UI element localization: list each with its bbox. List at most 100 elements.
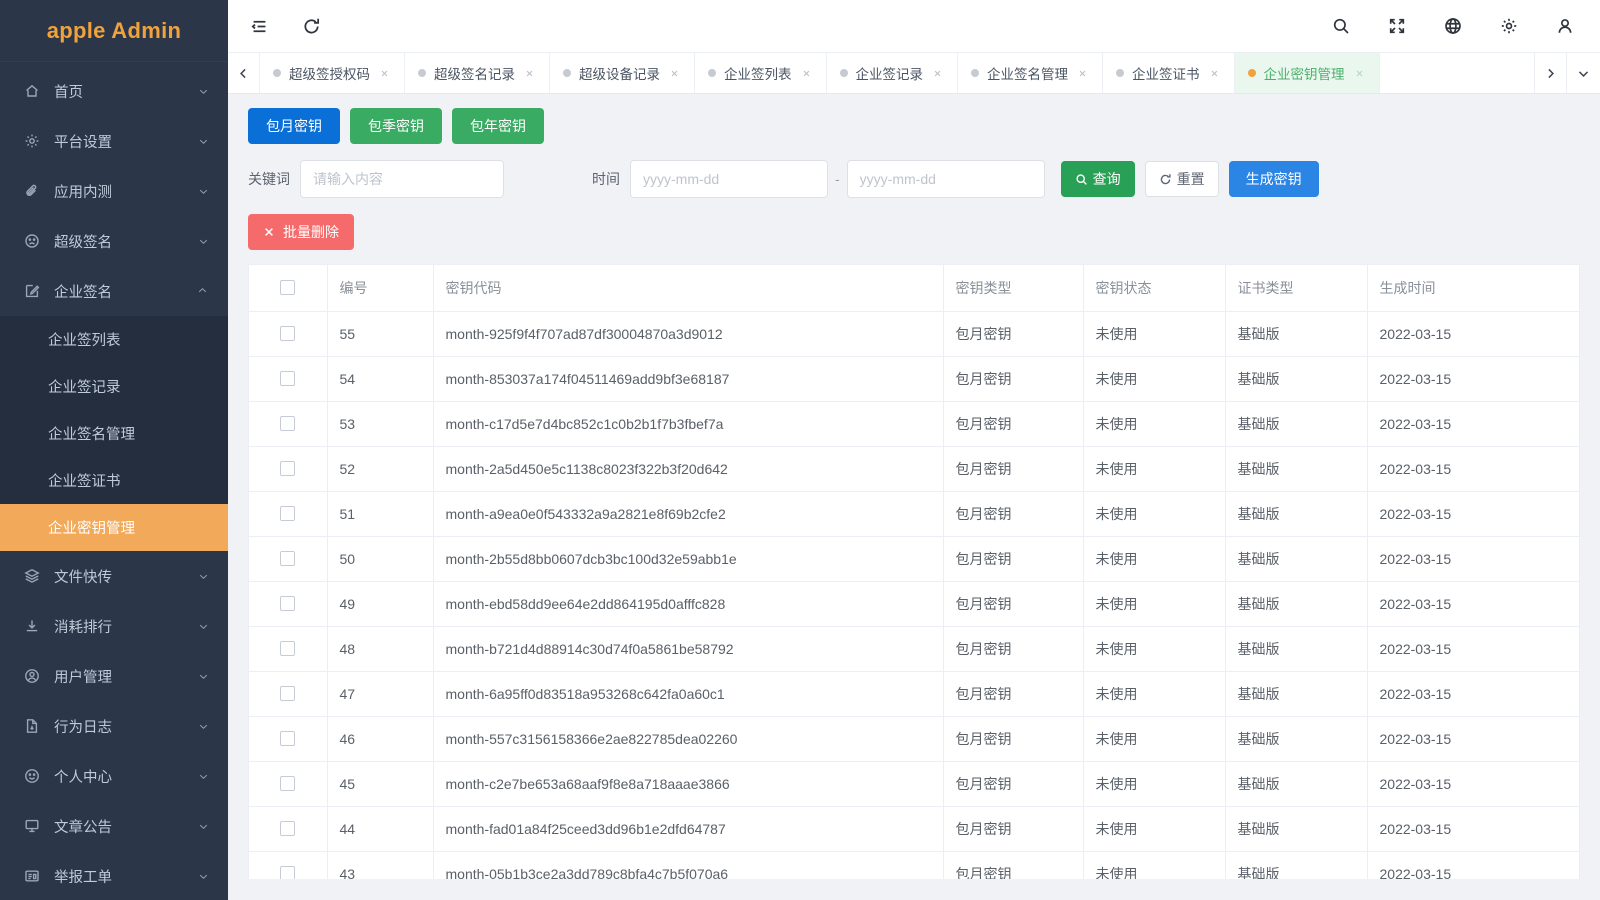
row-checkbox[interactable] xyxy=(280,641,295,656)
sidebar-subitem-3[interactable]: 企业签证书 xyxy=(0,457,228,504)
refresh-icon[interactable] xyxy=(298,13,324,39)
user-avatar-icon[interactable] xyxy=(1552,13,1578,39)
cell-key-code: month-a9ea0e0f543332a9a2821e8f69b2cfe2 xyxy=(433,491,943,536)
settings-gear-icon[interactable] xyxy=(1496,13,1522,39)
key-type-button-1[interactable]: 包季密钥 xyxy=(350,108,442,144)
file-icon xyxy=(22,716,42,736)
sidebar-item-0[interactable]: 首页 xyxy=(0,66,228,116)
cell-key-state: 未使用 xyxy=(1083,806,1225,851)
tab-6[interactable]: 企业签证书 xyxy=(1103,53,1235,93)
cell-created-time: 2022-03-15 xyxy=(1367,356,1579,401)
table-row[interactable]: 54month-853037a174f04511469add9bf3e68187… xyxy=(249,356,1579,401)
tab-close-icon[interactable] xyxy=(800,67,813,80)
header-created-time[interactable]: 生成时间 xyxy=(1367,265,1579,311)
sidebar-item-11[interactable]: 举报工单 xyxy=(0,851,228,900)
sidebar-item-8[interactable]: 行为日志 xyxy=(0,701,228,751)
date-start-input[interactable] xyxy=(630,160,828,198)
row-checkbox[interactable] xyxy=(280,866,295,879)
sidebar-item-2[interactable]: 应用内测 xyxy=(0,166,228,216)
sidebar-item-1[interactable]: 平台设置 xyxy=(0,116,228,166)
select-all-checkbox[interactable] xyxy=(280,280,295,295)
sidebar-item-6[interactable]: 消耗排行 xyxy=(0,601,228,651)
table-row[interactable]: 48month-b721d4d88914c30d74f0a5861be58792… xyxy=(249,626,1579,671)
tab-3[interactable]: 企业签列表 xyxy=(695,53,827,93)
header-key-code[interactable]: 密钥代码 xyxy=(433,265,943,311)
key-type-button-2[interactable]: 包年密钥 xyxy=(452,108,544,144)
table-row[interactable]: 51month-a9ea0e0f543332a9a2821e8f69b2cfe2… xyxy=(249,491,1579,536)
sidebar-item-9[interactable]: 个人中心 xyxy=(0,751,228,801)
sidebar-subitem-4[interactable]: 企业密钥管理 xyxy=(0,504,228,551)
sidebar-item-3[interactable]: 超级签名 xyxy=(0,216,228,266)
row-checkbox[interactable] xyxy=(280,551,295,566)
header-id[interactable]: 编号 xyxy=(327,265,433,311)
table-row[interactable]: 49month-ebd58dd9ee64e2dd864195d0afffc828… xyxy=(249,581,1579,626)
tab-4[interactable]: 企业签记录 xyxy=(827,53,959,93)
table-row[interactable]: 52month-2a5d450e5c1138c8023f322b3f20d642… xyxy=(249,446,1579,491)
language-globe-icon[interactable] xyxy=(1440,13,1466,39)
menu-collapse-icon[interactable] xyxy=(246,13,272,39)
header-key-state[interactable]: 密钥状态 xyxy=(1083,265,1225,311)
bulk-delete-button[interactable]: 批量删除 xyxy=(248,214,354,250)
sidebar-item-4[interactable]: 企业签名 xyxy=(0,266,228,316)
table-row[interactable]: 46month-557c3156158366e2ae822785dea02260… xyxy=(249,716,1579,761)
keyword-label: 关键词 xyxy=(248,169,290,189)
tab-close-icon[interactable] xyxy=(1353,67,1366,80)
generate-key-button[interactable]: 生成密钥 xyxy=(1229,161,1319,197)
tab-close-icon[interactable] xyxy=(931,67,944,80)
tab-7-active[interactable]: 企业密钥管理 xyxy=(1235,53,1380,93)
table-row[interactable]: 47month-6a95ff0d83518a953268c642fa0a60c1… xyxy=(249,671,1579,716)
table-row[interactable]: 45month-c2e7be653a68aaf9f8e8a718aaae3866… xyxy=(249,761,1579,806)
row-checkbox[interactable] xyxy=(280,686,295,701)
row-checkbox[interactable] xyxy=(280,416,295,431)
row-checkbox[interactable] xyxy=(280,461,295,476)
sidebar-item-7[interactable]: 用户管理 xyxy=(0,651,228,701)
key-type-button-0[interactable]: 包月密钥 xyxy=(248,108,340,144)
sidebar-item-5[interactable]: 文件快传 xyxy=(0,551,228,601)
row-checkbox[interactable] xyxy=(280,821,295,836)
row-checkbox[interactable] xyxy=(280,326,295,341)
table-row[interactable]: 43month-05b1b3ce2a3dd789c8bfa4c7b5f070a6… xyxy=(249,851,1579,879)
tab-5[interactable]: 企业签名管理 xyxy=(958,53,1103,93)
sidebar-item-label: 举报工单 xyxy=(54,866,196,887)
cell-id: 52 xyxy=(327,446,433,491)
row-select-cell xyxy=(249,356,327,401)
tab-close-icon[interactable] xyxy=(523,67,536,80)
row-checkbox[interactable] xyxy=(280,506,295,521)
search-icon[interactable] xyxy=(1328,13,1354,39)
row-checkbox[interactable] xyxy=(280,731,295,746)
tab-close-icon[interactable] xyxy=(1208,67,1221,80)
tab-0[interactable]: 超级签授权码 xyxy=(260,53,405,93)
row-checkbox[interactable] xyxy=(280,776,295,791)
sidebar-item-10[interactable]: 文章公告 xyxy=(0,801,228,851)
table-row[interactable]: 53month-c17d5e7d4bc852c1c0b2b1f7b3fbef7a… xyxy=(249,401,1579,446)
row-checkbox[interactable] xyxy=(280,371,295,386)
tab-label: 企业签列表 xyxy=(724,63,792,83)
row-checkbox[interactable] xyxy=(280,596,295,611)
fullscreen-icon[interactable] xyxy=(1384,13,1410,39)
topbar-left-icons xyxy=(246,13,324,39)
table-row[interactable]: 50month-2b55d8bb0607dcb3bc100d32e59abb1e… xyxy=(249,536,1579,581)
tab-2[interactable]: 超级设备记录 xyxy=(550,53,695,93)
table-row[interactable]: 55month-925f9f4f707ad87df30004870a3d9012… xyxy=(249,311,1579,356)
generate-key-button-label: 生成密钥 xyxy=(1246,169,1302,189)
tabs-scroll-left-button[interactable] xyxy=(228,53,260,93)
tabs-dropdown-button[interactable] xyxy=(1566,53,1600,93)
sidebar-subitem-0[interactable]: 企业签列表 xyxy=(0,316,228,363)
sidebar-item-label: 超级签名 xyxy=(54,231,196,252)
date-end-input[interactable] xyxy=(847,160,1045,198)
reset-button[interactable]: 重置 xyxy=(1145,161,1219,197)
query-button[interactable]: 查询 xyxy=(1061,161,1135,197)
tab-close-icon[interactable] xyxy=(668,67,681,80)
sidebar-subitem-2[interactable]: 企业签名管理 xyxy=(0,410,228,457)
header-key-type[interactable]: 密钥类型 xyxy=(943,265,1083,311)
tab-1[interactable]: 超级签名记录 xyxy=(405,53,550,93)
tab-close-icon[interactable] xyxy=(1076,67,1089,80)
sidebar-subitem-1[interactable]: 企业签记录 xyxy=(0,363,228,410)
header-cert-type[interactable]: 证书类型 xyxy=(1225,265,1367,311)
table-row[interactable]: 44month-fad01a84f25ceed3dd96b1e2dfd64787… xyxy=(249,806,1579,851)
keyword-input[interactable] xyxy=(300,160,504,198)
cell-created-time: 2022-03-15 xyxy=(1367,851,1579,879)
chevron-icon xyxy=(198,871,209,882)
tab-close-icon[interactable] xyxy=(378,67,391,80)
tabs-scroll-right-button[interactable] xyxy=(1534,53,1566,93)
